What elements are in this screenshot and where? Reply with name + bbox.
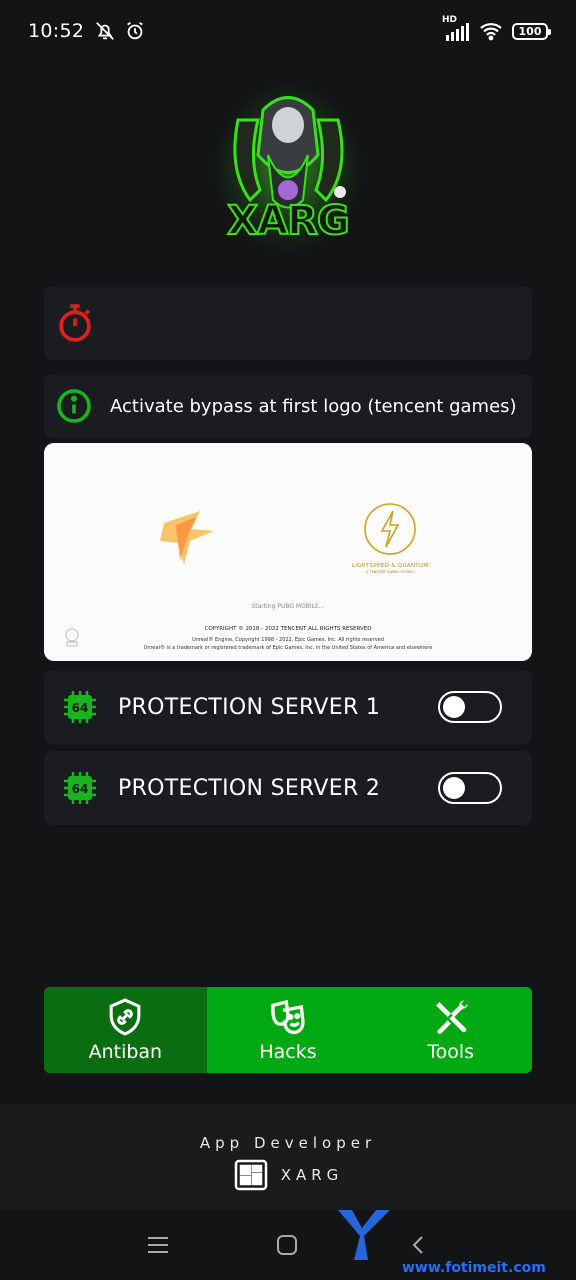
timer-icon xyxy=(59,304,91,342)
server-badge-2: 64 xyxy=(72,782,89,796)
masks-icon xyxy=(271,999,305,1035)
status-bar: 10:52 HD 100 xyxy=(0,0,576,62)
signal-icon: HD xyxy=(442,15,470,41)
server-toggle-1[interactable] xyxy=(438,691,502,723)
lightspeed-sub: A TENCENT GAMES STUDIO xyxy=(365,570,415,574)
lightspeed-logo-icon xyxy=(364,503,416,555)
nav-label-tools: Tools xyxy=(427,1041,475,1063)
watermark-text: www.fotimeit.com xyxy=(402,1260,546,1276)
muted-bell-icon xyxy=(96,22,115,40)
server-card-1: 64 PROTECTION SERVER 1 xyxy=(44,670,532,744)
cpu-64-icon: 64 xyxy=(64,772,96,804)
wifi-icon xyxy=(480,23,502,41)
tools-icon xyxy=(435,1000,468,1034)
legal-text-1: Unreal® Engine, Copyright 1998 - 2022, E… xyxy=(192,637,384,643)
network-type: HD xyxy=(442,15,458,25)
server-label-1: PROTECTION SERVER 1 xyxy=(118,694,381,720)
rating-badge-icon xyxy=(65,628,79,647)
developer-footer: App Developer XARG xyxy=(0,1104,576,1210)
info-card: Activate bypass at first logo (tencent g… xyxy=(44,374,532,438)
developer-title: App Developer xyxy=(199,1134,377,1152)
lightspeed-brand: LIGHTSPEED & QUANTUM xyxy=(351,563,429,569)
dashboard-icon xyxy=(234,1159,267,1191)
info-text: Activate bypass at first logo (tencent g… xyxy=(110,395,517,417)
app-logo: XARG xyxy=(208,80,368,260)
status-time: 10:52 xyxy=(28,20,85,42)
battery-indicator: 100 xyxy=(512,22,551,40)
nav-item-tools[interactable]: Tools xyxy=(369,987,532,1073)
legal-text-2: Unreal® is a trademark or registered tra… xyxy=(143,645,433,651)
toggle-knob xyxy=(443,696,465,718)
nav-label-antiban: Antiban xyxy=(88,1041,163,1063)
copyright-text: COPYRIGHT © 2018 - 2022 TENCENT ALL RIGH… xyxy=(204,626,372,632)
watermark-logo-icon xyxy=(338,1210,390,1260)
info-icon xyxy=(57,389,91,423)
nav-item-antiban[interactable]: Antiban xyxy=(44,987,207,1073)
developer-name: XARG xyxy=(280,1166,344,1184)
cpu-64-icon: 64 xyxy=(64,691,96,723)
game-splash-preview: LIGHTSPEED & QUANTUM A TENCENT GAMES STU… xyxy=(44,443,532,661)
toggle-knob xyxy=(443,777,465,799)
shield-link-icon xyxy=(109,998,141,1036)
logo-text: XARG xyxy=(226,197,350,245)
battery-level: 100 xyxy=(518,24,542,38)
menu-icon[interactable] xyxy=(146,1235,170,1255)
nav-label-hacks: Hacks xyxy=(259,1041,317,1063)
starting-text: Starting PUBG MOBILE... xyxy=(251,603,325,610)
timer-card xyxy=(44,286,532,360)
back-icon[interactable] xyxy=(410,1235,426,1255)
home-icon[interactable] xyxy=(276,1234,298,1256)
server-badge-1: 64 xyxy=(72,701,89,715)
tencent-logo-icon xyxy=(160,511,214,565)
alarm-icon xyxy=(127,21,144,40)
server-label-2: PROTECTION SERVER 2 xyxy=(118,775,381,801)
nav-item-hacks[interactable]: Hacks xyxy=(207,987,370,1073)
bottom-nav: Antiban Hacks Tools xyxy=(44,987,532,1073)
server-toggle-2[interactable] xyxy=(438,772,502,804)
server-card-2: 64 PROTECTION SERVER 2 xyxy=(44,751,532,825)
